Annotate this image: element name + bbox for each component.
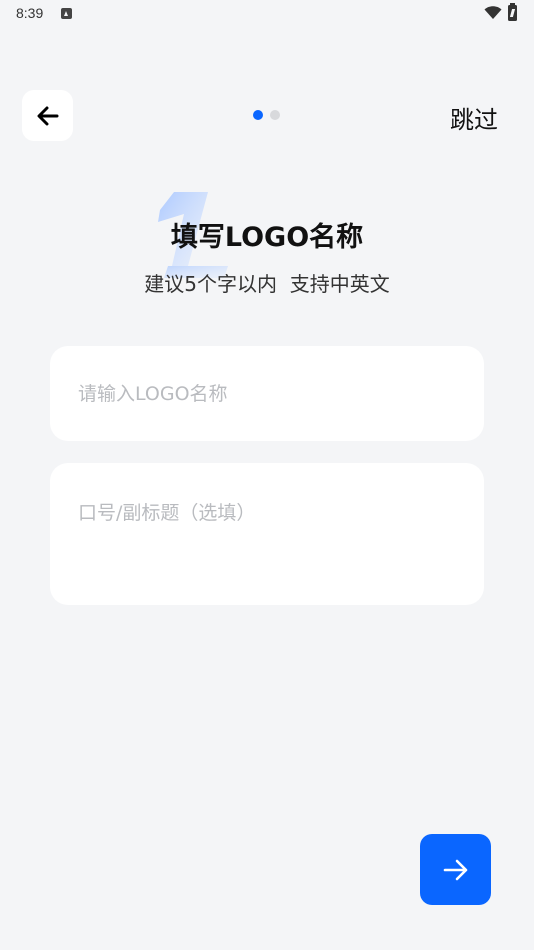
arrow-left-icon [37,106,58,125]
arrow-right-icon [443,859,467,880]
app-notification-icon [61,8,72,19]
page-subtitle: 建议5个字以内 支持中英文 [144,272,390,296]
back-button[interactable] [22,90,73,141]
page-dot-active [253,110,263,120]
slogan-card [50,463,484,605]
next-button[interactable] [420,834,491,905]
status-time: 8:39 [16,5,44,21]
slogan-input[interactable] [78,498,456,578]
page-title: 填写LOGO名称 [170,222,364,253]
skip-button[interactable]: 跳过 [450,100,498,135]
page-dot-inactive [270,110,280,120]
logo-name-card [50,346,484,441]
status-bar: 8:39 [0,0,534,28]
page-indicator [253,110,280,120]
battery-charging-icon [508,3,517,21]
logo-name-input[interactable] [78,380,456,408]
wifi-icon [484,6,502,19]
